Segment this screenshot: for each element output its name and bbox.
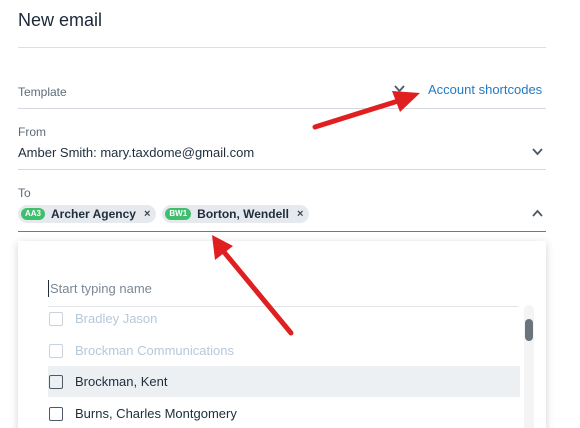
from-chevron-down-icon[interactable] xyxy=(532,148,543,158)
recipient-badge: BW1 xyxy=(165,208,192,220)
checkbox[interactable] xyxy=(49,374,63,389)
checkbox[interactable] xyxy=(49,406,63,421)
remove-recipient-icon[interactable]: × xyxy=(144,208,150,220)
page-title: New email xyxy=(18,10,103,30)
option-label: Bradley Jason xyxy=(75,311,158,326)
dropdown-option[interactable]: Brockman, Kent xyxy=(48,366,520,397)
to-label: To xyxy=(18,186,31,200)
search-placeholder: Start typing name xyxy=(50,281,152,296)
template-chevron-down-icon[interactable] xyxy=(394,85,405,95)
checkbox[interactable] xyxy=(49,311,63,326)
option-label: Brockman Communications xyxy=(75,343,234,358)
dropdown-option[interactable]: Burns, Charles Montgomery xyxy=(48,398,520,428)
template-field-rule xyxy=(18,108,546,109)
option-label: Brockman, Kent xyxy=(75,374,168,389)
from-select[interactable]: Amber Smith: mary.taxdome@gmail.com xyxy=(18,145,254,160)
arrow-to-shortcodes xyxy=(312,91,420,130)
recipient-badge: AA3 xyxy=(21,208,46,220)
dropdown-option[interactable]: Brockman Communications xyxy=(48,335,520,366)
option-label: Burns, Charles Montgomery xyxy=(75,406,237,421)
remove-recipient-icon[interactable]: × xyxy=(297,208,303,220)
recipient-chip[interactable]: AA3 Archer Agency × xyxy=(18,205,157,223)
text-caret xyxy=(48,280,49,297)
from-field-rule xyxy=(18,169,546,170)
dropdown-option[interactable]: Bradley Jason xyxy=(48,303,520,334)
to-chevron-up-icon[interactable] xyxy=(532,209,543,219)
account-shortcodes-link[interactable]: Account shortcodes xyxy=(428,82,542,97)
scrollbar-thumb[interactable] xyxy=(525,319,533,341)
recipient-name: Archer Agency xyxy=(51,207,136,221)
recipient-dropdown: Start typing name Bradley Jason Brockman… xyxy=(18,241,546,428)
to-recipients: AA3 Archer Agency × BW1 Borton, Wendell … xyxy=(18,205,310,223)
dropdown-scrollbar[interactable] xyxy=(524,305,534,428)
title-divider xyxy=(18,47,546,48)
to-field-rule xyxy=(18,231,546,232)
recipient-chip[interactable]: BW1 Borton, Wendell × xyxy=(162,205,310,223)
from-label: From xyxy=(18,125,46,139)
template-label: Template xyxy=(18,85,67,99)
checkbox[interactable] xyxy=(49,343,63,358)
recipient-name: Borton, Wendell xyxy=(197,207,289,221)
